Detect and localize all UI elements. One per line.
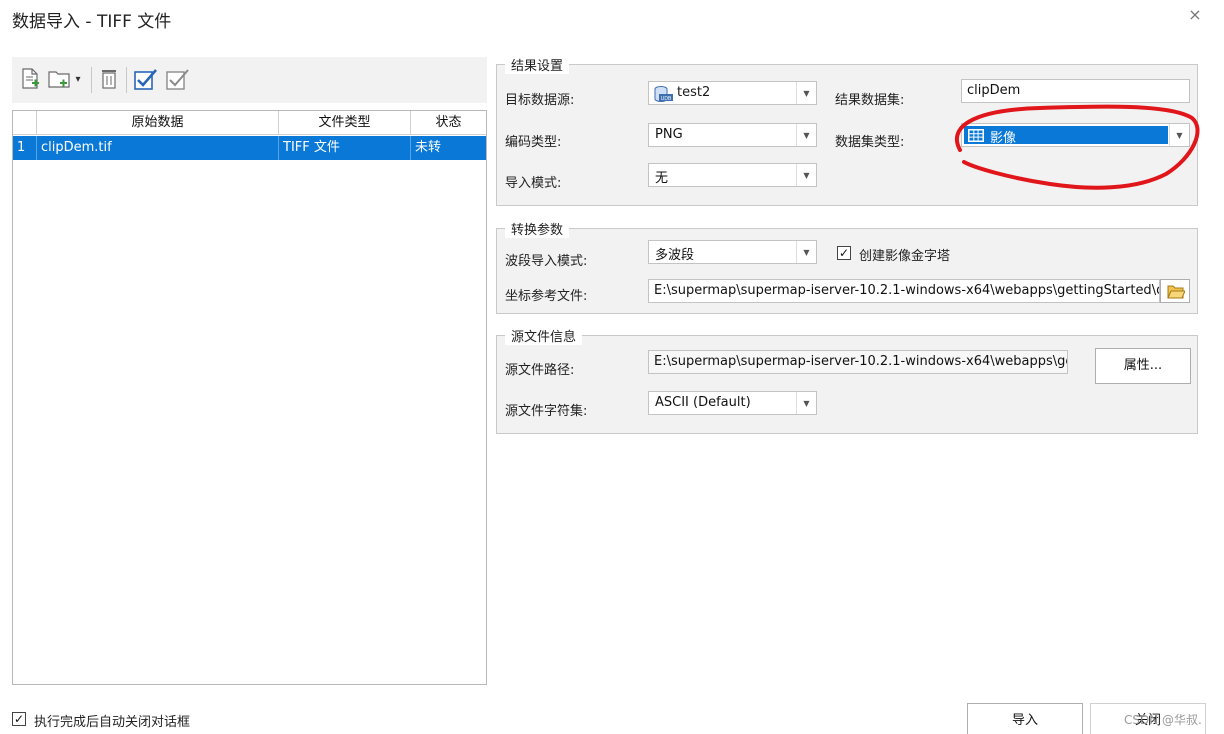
group-title: 结果设置 [505,55,570,74]
column-header-file-type[interactable]: 文件类型 [279,111,411,135]
source-charset-value: ASCII (Default) [655,395,751,410]
import-mode-select[interactable]: 无 ▼ [648,163,817,187]
source-file-table[interactable]: 原始数据 文件类型 状态 1 clipDem.tif TIFF 文件 未转 [12,110,487,685]
window-title: 数据导入 - TIFF 文件 [12,12,172,32]
chevron-down-icon[interactable]: ▼ [796,82,816,104]
band-mode-value: 多波段 [655,248,695,263]
band-mode-select[interactable]: 多波段 ▼ [648,240,817,264]
properties-button[interactable]: 属性... [1095,348,1191,384]
chevron-down-icon[interactable]: ▼ [796,164,816,186]
chevron-down-icon[interactable]: ▼ [796,392,816,414]
create-pyramid-label: 创建影像金字塔 [859,249,951,264]
title-bar: 数据导入 - TIFF 文件 × [0,0,1224,36]
target-datasource-label: 目标数据源: [505,93,575,108]
auto-close-label: 执行完成后自动关闭对话框 [34,715,191,730]
target-datasource-value: test2 [677,85,711,100]
dropdown-arrow-icon[interactable]: ▾ [72,66,84,92]
encoding-type-value: PNG [655,127,683,142]
group-title: 源文件信息 [505,326,583,345]
table-row[interactable]: 1 clipDem.tif TIFF 文件 未转 [13,136,486,160]
chevron-down-icon[interactable]: ▼ [796,241,816,263]
watermark: CSDN @华叔. [1124,713,1202,727]
column-header-status[interactable]: 状态 [411,111,486,135]
target-datasource-select[interactable]: UDB test2 ▼ [648,81,817,105]
chevron-down-icon[interactable]: ▼ [796,124,816,146]
encoding-type-label: 编码类型: [505,135,562,150]
source-path-label: 源文件路径: [505,363,575,378]
import-mode-label: 导入模式: [505,176,562,191]
source-charset-select[interactable]: ASCII (Default) ▼ [648,391,817,415]
file-name-cell: clipDem.tif [37,136,279,160]
group-title: 转换参数 [505,219,570,238]
invert-select-icon[interactable] [166,66,190,92]
browse-folder-button[interactable] [1160,279,1190,303]
convert-params-group: 转换参数 波段导入模式: 多波段 ▼ ✓ 创建影像金字塔 坐标参考文件: E:\… [496,219,1198,314]
import-button[interactable]: 导入 [967,703,1083,734]
status-cell: 未转 [415,140,442,155]
select-all-icon[interactable] [134,66,158,92]
toolbar-separator [126,67,127,93]
add-file-icon[interactable] [18,66,42,92]
source-path-field[interactable]: E:\supermap\supermap-iserver-10.2.1-wind… [648,350,1068,374]
row-index: 1 [13,136,37,160]
toolbar-separator [91,67,92,93]
result-dataset-label: 结果数据集: [835,93,905,108]
add-folder-icon[interactable] [46,66,74,92]
band-mode-label: 波段导入模式: [505,254,588,269]
auto-close-checkbox[interactable]: ✓ [12,712,26,726]
source-info-group: 源文件信息 源文件路径: E:\supermap\supermap-iserve… [496,326,1198,434]
column-header-source-data[interactable]: 原始数据 [37,111,279,135]
red-annotation-circle [954,104,1200,190]
delete-icon[interactable] [97,66,121,92]
coord-ref-field[interactable]: E:\supermap\supermap-iserver-10.2.1-wind… [648,279,1160,303]
datasource-icon: UDB [653,85,675,107]
file-toolbar: ▾ [12,57,487,103]
open-folder-icon [1167,284,1186,303]
row-index-header [13,111,37,135]
dataset-type-label: 数据集类型: [835,135,905,150]
coord-ref-label: 坐标参考文件: [505,289,588,304]
encoding-type-select[interactable]: PNG ▼ [648,123,817,147]
svg-text:UDB: UDB [661,96,672,102]
source-charset-label: 源文件字符集: [505,404,588,419]
close-icon[interactable]: × [1186,6,1204,24]
create-pyramid-checkbox[interactable]: ✓ [837,246,851,260]
import-mode-value: 无 [655,171,669,186]
file-type-cell: TIFF 文件 [279,136,411,160]
